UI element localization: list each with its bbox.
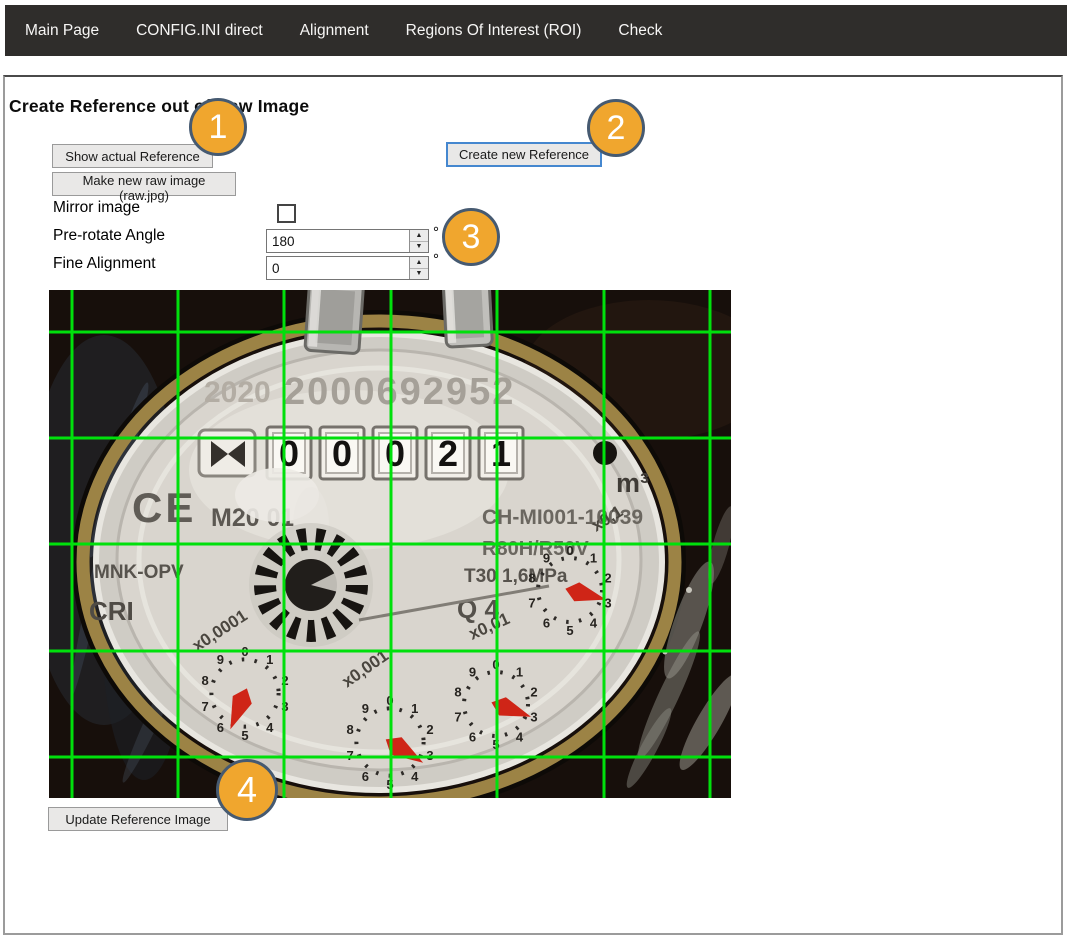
show-actual-reference-button[interactable]: Show actual Reference xyxy=(52,144,213,168)
fine-alignment-spinner: ▲ ▼ xyxy=(409,257,428,279)
nav-config-ini[interactable]: CONFIG.INI direct xyxy=(136,22,263,40)
mirror-image-checkbox[interactable] xyxy=(277,204,296,223)
svg-text:9: 9 xyxy=(217,652,224,667)
svg-text:6: 6 xyxy=(362,769,369,784)
svg-text:6: 6 xyxy=(543,615,550,630)
meter-serial: 2020 2000692952 xyxy=(204,371,515,413)
svg-text:8: 8 xyxy=(454,685,461,700)
spinner-down-icon[interactable]: ▼ xyxy=(410,242,428,253)
svg-text:7: 7 xyxy=(528,595,535,610)
annotation-badge-1: 1 xyxy=(189,98,247,156)
svg-text:7: 7 xyxy=(454,709,461,724)
meter-clip-left xyxy=(305,290,364,354)
svg-text:2000692952: 2000692952 xyxy=(284,371,515,413)
svg-text:8: 8 xyxy=(346,722,353,737)
meter-photo: 2020 2000692952 0 0 0 xyxy=(49,290,731,798)
svg-text:7: 7 xyxy=(346,748,353,763)
svg-text:4: 4 xyxy=(411,769,419,784)
fine-alignment-field: ▲ ▼ xyxy=(266,256,429,280)
svg-text:9: 9 xyxy=(543,551,550,566)
svg-text:3: 3 xyxy=(426,748,433,763)
fine-alignment-label: Fine Alignment xyxy=(53,255,156,273)
svg-text:9: 9 xyxy=(362,701,369,716)
svg-text:1: 1 xyxy=(590,551,597,566)
svg-text:2020: 2020 xyxy=(204,376,271,409)
svg-text:MNK-OPV: MNK-OPV xyxy=(94,562,184,583)
prerotate-angle-input[interactable] xyxy=(267,230,409,252)
spinner-down-icon[interactable]: ▼ xyxy=(410,269,428,280)
svg-text:5: 5 xyxy=(566,623,573,638)
annotation-badge-4: 4 xyxy=(216,759,278,821)
svg-text:CE: CE xyxy=(132,484,196,531)
svg-text:m³: m³ xyxy=(616,468,649,498)
spinner-up-icon[interactable]: ▲ xyxy=(410,257,428,269)
prerotate-angle-field: ▲ ▼ xyxy=(266,229,429,253)
top-nav: Main Page CONFIG.INI direct Alignment Re… xyxy=(5,5,1067,56)
fine-alignment-degree-unit: ° xyxy=(433,251,439,268)
svg-text:4: 4 xyxy=(516,729,524,744)
nav-alignment[interactable]: Alignment xyxy=(300,22,369,40)
svg-text:6: 6 xyxy=(217,720,224,735)
nav-roi[interactable]: Regions Of Interest (ROI) xyxy=(406,22,582,40)
svg-text:6: 6 xyxy=(469,729,476,744)
svg-text:1: 1 xyxy=(411,701,418,716)
prerotate-angle-label: Pre-rotate Angle xyxy=(53,227,165,245)
svg-text:2: 2 xyxy=(604,571,611,586)
svg-text:2: 2 xyxy=(426,722,433,737)
svg-text:5: 5 xyxy=(241,728,248,743)
prerotate-spinner: ▲ ▼ xyxy=(409,230,428,252)
svg-text:3: 3 xyxy=(604,595,611,610)
svg-text:2: 2 xyxy=(530,685,537,700)
meter-clip-right xyxy=(443,290,492,347)
make-new-raw-image-button[interactable]: Make new raw image (raw.jpg) xyxy=(52,172,236,196)
create-new-reference-button[interactable]: Create new Reference xyxy=(446,142,602,167)
svg-text:1: 1 xyxy=(516,665,523,680)
svg-text:8: 8 xyxy=(528,571,535,586)
meter-gear xyxy=(249,523,373,647)
svg-text:7: 7 xyxy=(201,699,208,714)
annotation-badge-3: 3 xyxy=(442,208,500,266)
mirror-image-label: Mirror image xyxy=(53,199,140,217)
nav-main-page[interactable]: Main Page xyxy=(25,22,99,40)
prerotate-degree-unit: ° xyxy=(433,224,439,241)
svg-text:CRI: CRI xyxy=(89,596,134,626)
reference-image-preview: 2020 2000692952 0 0 0 xyxy=(49,290,731,798)
svg-text:3: 3 xyxy=(530,709,537,724)
spinner-up-icon[interactable]: ▲ xyxy=(410,230,428,242)
svg-text:4: 4 xyxy=(266,720,274,735)
svg-text:8: 8 xyxy=(201,673,208,688)
svg-text:9: 9 xyxy=(469,665,476,680)
page-title: Create Reference out of Raw Image xyxy=(9,96,309,117)
update-reference-image-button[interactable]: Update Reference Image xyxy=(48,807,228,831)
nav-check[interactable]: Check xyxy=(618,22,662,40)
svg-text:T30 1,6MPa: T30 1,6MPa xyxy=(464,566,568,587)
annotation-badge-2: 2 xyxy=(587,99,645,157)
fine-alignment-input[interactable] xyxy=(267,257,409,279)
svg-text:1: 1 xyxy=(266,652,273,667)
svg-text:4: 4 xyxy=(590,615,598,630)
